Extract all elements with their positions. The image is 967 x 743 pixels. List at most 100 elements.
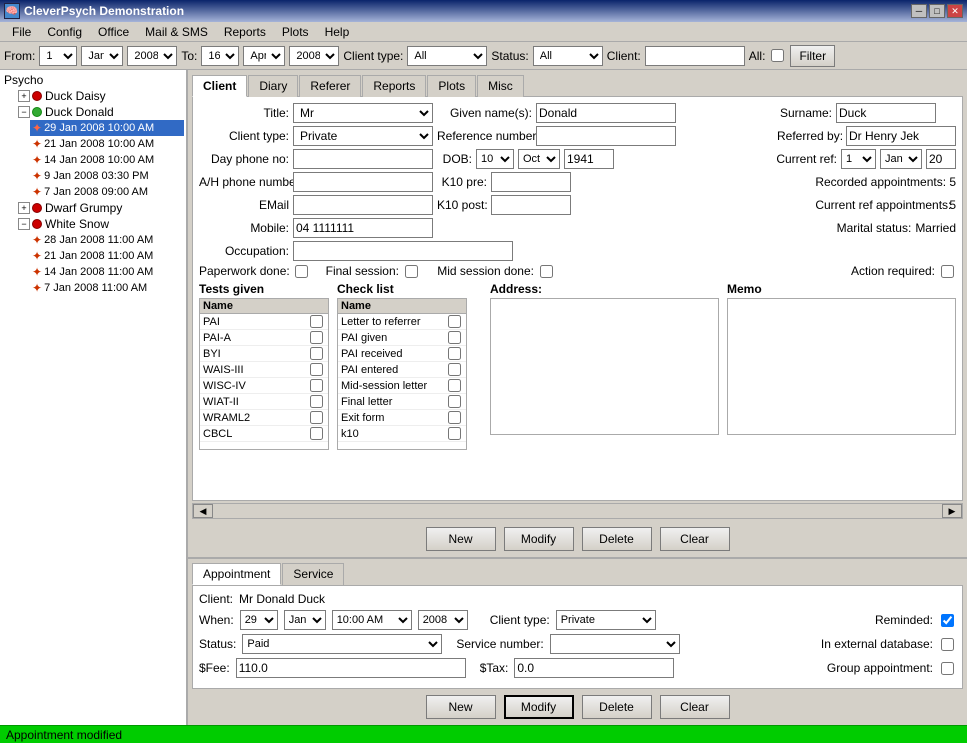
check-exit-form-cb[interactable] [448,411,461,424]
tab-plots[interactable]: Plots [427,75,476,97]
client-modify-button[interactable]: Modify [504,527,574,551]
expand-icon[interactable]: − [18,106,30,118]
appt-delete-button[interactable]: Delete [582,695,652,719]
tree-appt-1[interactable]: ✦ 29 Jan 2008 10:00 AM [30,120,184,136]
tree-item-duck-daisy[interactable]: + Duck Daisy [16,88,184,104]
client-clear-button[interactable]: Clear [660,527,730,551]
mobile-input[interactable] [293,218,433,238]
menu-help[interactable]: Help [317,23,358,41]
minimize-button[interactable]: ─ [911,4,927,18]
tree-appt-ws1[interactable]: ✦ 28 Jan 2008 11:00 AM [30,232,184,248]
tab-misc[interactable]: Misc [477,75,524,97]
action-required-checkbox[interactable] [941,265,954,278]
check-k10-cb[interactable] [448,427,461,440]
dob-day-select[interactable]: 10 [476,149,514,169]
tree-root[interactable]: Psycho [2,72,184,88]
scroll-right-btn[interactable]: ▶ [942,504,962,518]
given-names-input[interactable] [536,103,676,123]
referred-by-input[interactable] [846,126,956,146]
tree-appt-2[interactable]: ✦ 21 Jan 2008 10:00 AM [30,136,184,152]
dob-year-input[interactable] [564,149,614,169]
tax-input[interactable] [514,658,674,678]
tree-item-white-snow[interactable]: − White Snow [16,216,184,232]
appt-client-type-select[interactable]: Private [556,610,656,630]
tree-item-dwarf-grumpy[interactable]: + Dwarf Grumpy [16,200,184,216]
client-hscrollbar[interactable]: ◀ ▶ [192,503,963,519]
appt-status-select[interactable]: Paid [242,634,442,654]
scroll-track[interactable] [213,506,942,516]
all-checkbox[interactable] [771,49,784,62]
test-byi-checkbox[interactable] [310,347,323,360]
checklist-scroll[interactable]: Letter to referrer PAI given PAI receive… [338,314,466,449]
tab-referer[interactable]: Referer [299,75,361,97]
test-pai-checkbox[interactable] [310,315,323,328]
tree-appt-ws2[interactable]: ✦ 21 Jan 2008 11:00 AM [30,248,184,264]
day-phone-input[interactable] [293,149,433,169]
to-year-select[interactable]: 2008 [289,46,339,66]
title-select[interactable]: Mr [293,103,433,123]
test-waisiii-checkbox[interactable] [310,363,323,376]
menu-office[interactable]: Office [90,23,137,41]
check-final-letter-cb[interactable] [448,395,461,408]
tab-diary[interactable]: Diary [248,75,298,97]
tab-client[interactable]: Client [192,75,247,97]
test-wraml2-checkbox[interactable] [310,411,323,424]
appt-modify-button[interactable]: Modify [504,695,574,719]
when-year-select[interactable]: 2008 [418,610,468,630]
tests-scroll[interactable]: PAI PAI-A BYI [200,314,328,449]
scroll-left-btn[interactable]: ◀ [193,504,213,518]
tree-appt-5[interactable]: ✦ 7 Jan 2008 09:00 AM [30,184,184,200]
test-wisciv-checkbox[interactable] [310,379,323,392]
to-month-select[interactable]: Apr [243,46,285,66]
appt-new-button[interactable]: New [426,695,496,719]
expand-icon[interactable]: + [18,202,30,214]
from-year-select[interactable]: 2008 [127,46,177,66]
occupation-input[interactable] [293,241,513,261]
test-paia-checkbox[interactable] [310,331,323,344]
tab-reports[interactable]: Reports [362,75,426,97]
email-input[interactable] [293,195,433,215]
status-select[interactable]: All [533,46,603,66]
client-type-form-select[interactable]: Private [293,126,433,146]
menu-reports[interactable]: Reports [216,23,274,41]
current-ref-year[interactable] [926,149,956,169]
current-ref-month[interactable]: Jan [880,149,922,169]
test-wiatii-checkbox[interactable] [310,395,323,408]
address-textarea[interactable] [490,298,719,435]
check-pai-received-cb[interactable] [448,347,461,360]
maximize-button[interactable]: □ [929,4,945,18]
tree-item-duck-donald[interactable]: − Duck Donald [16,104,184,120]
tab-service[interactable]: Service [282,563,344,585]
check-mid-session-cb[interactable] [448,379,461,392]
current-ref-num[interactable]: 1 [841,149,876,169]
surname-input[interactable] [836,103,936,123]
expand-icon[interactable]: + [18,90,30,102]
check-pai-entered-cb[interactable] [448,363,461,376]
tree-appt-ws3[interactable]: ✦ 14 Jan 2008 11:00 AM [30,264,184,280]
service-number-select[interactable] [550,634,680,654]
test-cbcl-checkbox[interactable] [310,427,323,440]
in-external-checkbox[interactable] [941,638,954,651]
tree-appt-4[interactable]: ✦ 9 Jan 2008 03:30 PM [30,168,184,184]
when-time-select[interactable]: 10:00 AM [332,610,412,630]
tree-appt-ws4[interactable]: ✦ 7 Jan 2008 11:00 AM [30,280,184,296]
to-day-select[interactable]: 16 [201,46,239,66]
menu-mail-sms[interactable]: Mail & SMS [137,23,216,41]
filter-button[interactable]: Filter [790,45,835,67]
from-month-select[interactable]: Jan [81,46,123,66]
reference-input[interactable] [536,126,676,146]
dob-month-select[interactable]: Oct [518,149,560,169]
group-apt-checkbox[interactable] [941,662,954,675]
reminded-checkbox[interactable] [941,614,954,627]
fee-input[interactable] [236,658,466,678]
expand-icon[interactable]: − [18,218,30,230]
appt-clear-button[interactable]: Clear [660,695,730,719]
when-month-select[interactable]: Jan [284,610,326,630]
menu-file[interactable]: File [4,23,39,41]
mid-session-checkbox[interactable] [540,265,553,278]
final-session-checkbox[interactable] [405,265,418,278]
client-type-select[interactable]: All [407,46,487,66]
menu-config[interactable]: Config [39,23,90,41]
client-delete-button[interactable]: Delete [582,527,652,551]
client-search-input[interactable] [645,46,745,66]
